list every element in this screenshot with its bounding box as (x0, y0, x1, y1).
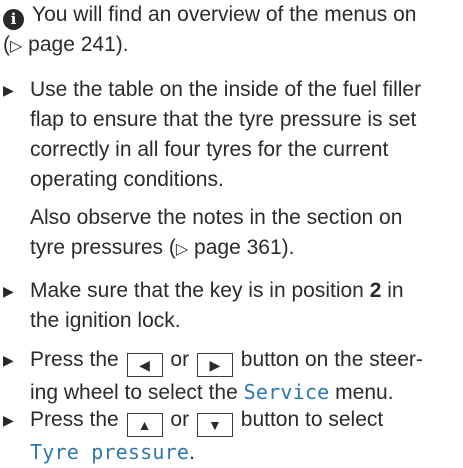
step3-or: or (170, 348, 190, 371)
step4-press: Press the (30, 408, 119, 431)
bullet-icon: ▶ (3, 283, 14, 299)
note-page-reference[interactable]: page 361 (194, 236, 282, 259)
step-check-tyre-pressure-table: ▶ Use the table on the inside of the fue… (3, 75, 459, 195)
manual-page: i You will find an overview of the menus … (0, 0, 463, 464)
step3-text: Press the ◀ or ▶ button on the steer- in… (30, 345, 459, 408)
step4-after: button to select (240, 408, 384, 431)
note-line2-text: tyre pressures ( (30, 236, 176, 259)
bullet-icon: ▶ (3, 352, 14, 368)
info-note-text: You will find an overview of the menus o… (32, 3, 417, 26)
step3-line2-before: ing wheel to select the (30, 381, 238, 404)
info-note-line2: (▷ page 241). (3, 30, 459, 61)
note-line2: tyre pressures (▷ page 361). (30, 233, 460, 264)
step3-after: button on the steer- (240, 348, 423, 371)
step2-line2: the ignition lock. (30, 309, 181, 332)
key-position-value: 2 (369, 279, 382, 302)
up-arrow-button-icon: ▲ (126, 413, 163, 437)
down-arrow-button-icon: ▼ (196, 413, 233, 437)
bullet-icon: ▶ (3, 412, 14, 428)
step2-text-after: in (387, 279, 404, 302)
info-ref-open: ( (3, 33, 10, 56)
step3-line2: ing wheel to select the Service menu. (30, 377, 459, 408)
info-icon: i (3, 9, 24, 30)
step-select-service-menu: ▶ Press the ◀ or ▶ button on the steer- … (3, 345, 459, 408)
right-arrow-button-icon: ▶ (196, 353, 233, 377)
step4-or: or (170, 408, 190, 431)
info-note-line1: i You will find an overview of the menus … (3, 0, 459, 30)
info-note: i You will find an overview of the menus … (3, 0, 459, 61)
page-ref-arrow-icon: ▷ (175, 239, 189, 258)
step3-line2-after: menu. (335, 381, 394, 404)
step2-text-before: Make sure that the key is in position (30, 279, 364, 302)
note-line1: Also observe the notes in the section on (30, 206, 403, 229)
step3-press: Press the (30, 348, 119, 371)
service-menu-name: Service (243, 380, 330, 404)
step2-line1: Make sure that the key is in position 2 … (30, 276, 459, 306)
step1-line1: Use the table on the inside of the fuel … (30, 78, 422, 101)
step1-text: Use the table on the inside of the fuel … (30, 75, 459, 195)
page-ref-arrow-icon: ▷ (10, 36, 23, 55)
step4-end: . (189, 441, 195, 464)
step4-text: Press the ▲ or ▼ button to select Tyre p… (30, 405, 459, 468)
step4-line1: Press the ▲ or ▼ button to select (30, 405, 459, 437)
info-ref-close: ). (115, 33, 129, 56)
tyre-pressure-note: Also observe the notes in the section on… (30, 203, 460, 264)
step-select-tyre-pressure: ▶ Press the ▲ or ▼ button to select Tyre… (3, 405, 459, 468)
step4-line2: Tyre pressure. (30, 437, 459, 468)
step-key-position: ▶ Make sure that the key is in position … (3, 276, 459, 336)
bullet-icon: ▶ (3, 82, 14, 98)
tyre-pressure-menu-item: Tyre pressure (30, 440, 190, 464)
step1-line3: correctly in all four tyres for the curr… (30, 138, 389, 161)
step1-line4: operating conditions. (30, 168, 224, 191)
step1-line2: flap to ensure that the tyre pressure is… (30, 108, 417, 131)
step3-line1: Press the ◀ or ▶ button on the steer- (30, 345, 459, 377)
step2-text: Make sure that the key is in position 2 … (30, 276, 459, 336)
note-ref-close: ). (281, 236, 295, 259)
left-arrow-button-icon: ◀ (126, 353, 163, 377)
info-page-reference[interactable]: page 241 (28, 33, 116, 56)
